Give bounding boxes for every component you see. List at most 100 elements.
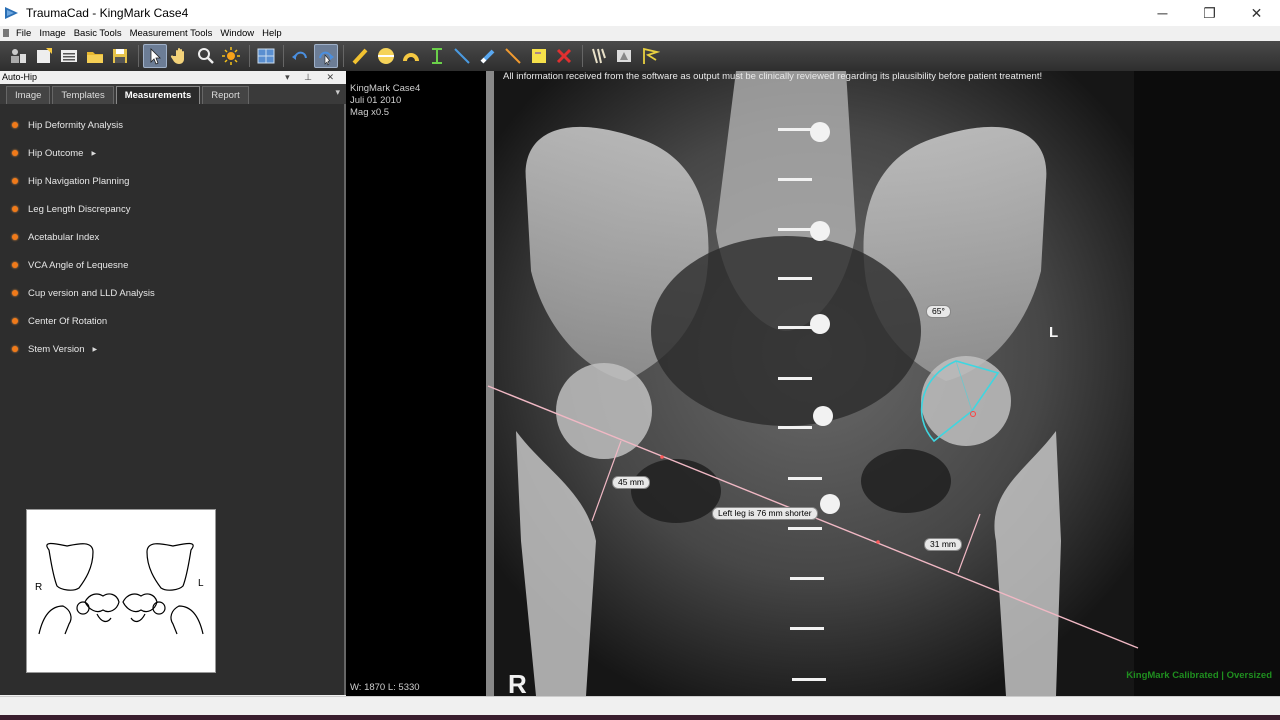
hip-diagram-thumbnail[interactable]: R L xyxy=(26,509,216,673)
layout-grid-icon xyxy=(257,48,274,64)
system-menu-icon[interactable] xyxy=(3,29,9,37)
brightness-button[interactable] xyxy=(219,44,243,68)
menu-basic-tools[interactable]: Basic Tools xyxy=(70,28,126,39)
tab-measurements[interactable]: Measurements xyxy=(115,86,201,104)
delete-icon xyxy=(556,48,572,64)
list-button[interactable] xyxy=(57,44,81,68)
redo-icon xyxy=(318,51,334,66)
panel-tabs: Image Templates Measurements Report ▾ xyxy=(0,84,346,104)
list-item[interactable]: VCA Angle of Lequesne xyxy=(0,251,344,279)
arc-icon xyxy=(403,53,419,61)
eraser-button[interactable] xyxy=(476,44,500,68)
angle-tool-button[interactable] xyxy=(638,44,662,68)
note-button[interactable] xyxy=(527,44,551,68)
pan-button[interactable] xyxy=(168,44,192,68)
select-button[interactable] xyxy=(142,44,167,68)
list-item[interactable]: Hip Deformity Analysis xyxy=(0,111,344,139)
angle-measurement-label[interactable]: 65° xyxy=(926,305,951,318)
list-item-label: Hip Navigation Planning xyxy=(28,175,130,187)
bullet-icon xyxy=(12,178,18,184)
femur-icon xyxy=(591,48,606,64)
title-bar: TraumaCad - KingMark Case4 ─ ❐ ✕ xyxy=(0,0,1280,26)
menu-measurement-tools[interactable]: Measurement Tools xyxy=(126,28,217,39)
open-image-button[interactable] xyxy=(32,44,56,68)
xray-viewer[interactable]: L R KingMark Case4 Juli 01 2010 Mag x0.5… xyxy=(346,71,1280,696)
pencil-button[interactable] xyxy=(348,44,372,68)
circle-button[interactable] xyxy=(374,44,398,68)
list-item-label: Hip Deformity Analysis xyxy=(28,119,124,131)
leg-length-summary-label[interactable]: Left leg is 76 mm shorter xyxy=(712,507,818,520)
arc-button[interactable] xyxy=(399,44,423,68)
right-distance-label[interactable]: 45 mm xyxy=(612,476,650,489)
delete-button[interactable] xyxy=(552,44,576,68)
bullet-icon xyxy=(12,346,18,352)
list-item-label: Center Of Rotation xyxy=(28,315,108,327)
list-item-label: Hip Outcome xyxy=(28,147,84,159)
femur-tool-button[interactable] xyxy=(587,44,611,68)
toolbar-separator xyxy=(581,45,583,67)
bullet-icon xyxy=(12,122,18,128)
angle-flag-icon xyxy=(642,47,660,64)
window-title: TraumaCad - KingMark Case4 xyxy=(26,6,189,20)
stamp-button[interactable] xyxy=(612,44,636,68)
stamp-icon xyxy=(617,50,631,62)
list-item[interactable]: Hip Navigation Planning xyxy=(0,167,344,195)
tab-image[interactable]: Image xyxy=(6,86,51,104)
ruler-line-button[interactable] xyxy=(501,44,525,68)
side-marker-right: R xyxy=(508,669,527,696)
toolbar-separator xyxy=(343,45,344,67)
redo-button[interactable] xyxy=(313,44,338,68)
list-item-label: Acetabular Index xyxy=(28,231,100,243)
pencil-icon xyxy=(352,48,368,65)
restore-button[interactable]: ❐ xyxy=(1186,0,1233,26)
save-button[interactable] xyxy=(108,44,132,68)
tab-report[interactable]: Report xyxy=(202,86,249,104)
undo-button[interactable] xyxy=(288,44,312,68)
menu-window[interactable]: Window xyxy=(216,28,258,39)
thumbnail-left-label: L xyxy=(198,578,204,589)
close-button[interactable]: ✕ xyxy=(1233,0,1280,26)
list-item[interactable]: Leg Length Discrepancy xyxy=(0,195,344,223)
line-button[interactable] xyxy=(450,44,474,68)
bullet-icon xyxy=(12,206,18,212)
submenu-arrow-icon: ▶ xyxy=(91,150,97,157)
bullet-icon xyxy=(12,150,18,156)
side-marker-left: L xyxy=(1049,324,1058,341)
circle-icon xyxy=(377,48,394,64)
list-item[interactable]: Hip Outcome ▶ xyxy=(0,139,344,167)
zoom-button[interactable] xyxy=(194,44,218,68)
list-item[interactable]: Cup version and LLD Analysis xyxy=(0,279,344,307)
menu-help[interactable]: Help xyxy=(258,28,286,39)
layout-button[interactable] xyxy=(254,44,278,68)
zoom-icon xyxy=(197,48,214,64)
patient-button[interactable] xyxy=(6,44,30,68)
toolbar-separator xyxy=(137,45,139,67)
traumacad-window: TraumaCad - KingMark Case4 ─ ❐ ✕ File Im… xyxy=(0,0,1280,720)
tab-templates[interactable]: Templates xyxy=(52,86,114,104)
menu-file[interactable]: File xyxy=(12,28,35,39)
menu-image[interactable]: Image xyxy=(35,28,69,39)
list-item[interactable]: Stem Version ▶ xyxy=(0,335,344,363)
distance-icon xyxy=(431,48,442,64)
magnification: Mag x0.5 xyxy=(350,107,390,118)
list-item-label: Cup version and LLD Analysis xyxy=(28,287,155,299)
toolbar-separator xyxy=(283,45,284,67)
panel-header: Auto-Hip ▾ ⊥ ✕ xyxy=(0,71,346,84)
list-item[interactable]: Center Of Rotation xyxy=(0,307,344,335)
minimize-button[interactable]: ─ xyxy=(1139,0,1186,26)
distance-button[interactable] xyxy=(425,44,449,68)
list-item-label: Stem Version xyxy=(28,343,85,355)
tab-menu-chevron-icon[interactable]: ▾ xyxy=(335,87,340,98)
panel-controls[interactable]: ▾ ⊥ ✕ xyxy=(285,71,340,84)
measurements-panel: Hip Deformity Analysis Hip Outcome ▶ Hip … xyxy=(0,104,346,695)
list-item[interactable]: Acetabular Index xyxy=(0,223,344,251)
select-arrow-icon xyxy=(150,48,161,65)
open-folder-button[interactable] xyxy=(83,44,107,68)
left-distance-label[interactable]: 31 mm xyxy=(924,538,962,551)
ruler-line-icon xyxy=(505,48,521,64)
patient-icon xyxy=(11,49,26,63)
bullet-icon xyxy=(12,234,18,240)
pelvis-outline-illustration: R L xyxy=(35,542,204,635)
calibration-status: KingMark Calibrated | Oversized xyxy=(1126,670,1272,681)
pelvis-xray-image: L R xyxy=(486,71,1280,696)
